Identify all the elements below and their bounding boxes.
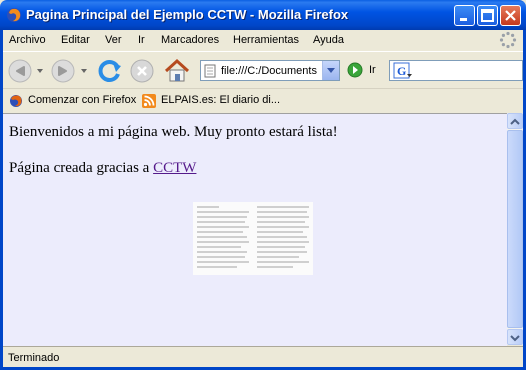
chevron-down-icon: [510, 335, 520, 342]
svg-text:G: G: [397, 64, 406, 78]
status-text: Terminado: [8, 352, 60, 364]
vertical-scrollbar[interactable]: [507, 113, 523, 345]
scroll-thumb[interactable]: [507, 130, 523, 328]
newspaper-image: [193, 202, 313, 275]
minimize-button[interactable]: [454, 5, 475, 26]
close-icon: [505, 10, 516, 21]
created-prefix: Página creada gracias a: [9, 160, 154, 176]
menu-editar[interactable]: Editar: [61, 34, 90, 46]
scroll-down-button[interactable]: [507, 329, 523, 345]
forward-button[interactable]: [50, 58, 76, 84]
menu-ir[interactable]: Ir: [138, 34, 145, 46]
created-by-text: Página creada gracias a CCTW: [9, 160, 196, 177]
google-search-icon[interactable]: G: [392, 61, 414, 80]
page-content: Bienvenidos a mi página web. Muy pronto …: [3, 113, 507, 346]
url-history-dropdown[interactable]: [322, 61, 339, 80]
scroll-up-button[interactable]: [507, 113, 523, 129]
minimize-icon: [460, 18, 467, 21]
menu-ver[interactable]: Ver: [105, 34, 122, 46]
forward-dropdown-icon[interactable]: [80, 67, 88, 75]
reload-button[interactable]: [96, 57, 124, 85]
url-input[interactable]: [221, 63, 321, 78]
go-icon[interactable]: [347, 62, 363, 78]
back-button[interactable]: [7, 58, 33, 84]
menu-marcadores[interactable]: Marcadores: [161, 34, 219, 46]
search-box[interactable]: G: [389, 60, 523, 81]
menu-bar: Archivo Editar Ver Ir Marcadores Herrami…: [3, 30, 523, 51]
chevron-down-icon: [327, 68, 335, 73]
menu-archivo[interactable]: Archivo: [9, 34, 46, 46]
page-icon: [204, 64, 216, 78]
firefox-icon: [10, 95, 22, 107]
back-dropdown-icon[interactable]: [36, 67, 44, 75]
bookmark-elpais[interactable]: ELPAIS.es: El diario di...: [161, 94, 280, 106]
bookmark-comenzar-firefox[interactable]: Comenzar con Firefox: [28, 94, 136, 106]
rss-icon: [142, 94, 156, 108]
go-button-label[interactable]: Ir: [369, 64, 376, 76]
bookmarks-toolbar: Comenzar con Firefox ELPAIS.es: El diari…: [3, 88, 523, 114]
chevron-up-icon: [510, 118, 520, 125]
menu-ayuda[interactable]: Ayuda: [313, 34, 344, 46]
firefox-icon: [7, 8, 21, 22]
maximize-icon: [481, 9, 494, 22]
welcome-text: Bienvenidos a mi página web. Muy pronto …: [9, 124, 338, 140]
stop-button[interactable]: [129, 58, 155, 84]
navigation-toolbar: Ir G: [3, 51, 523, 89]
cctw-link[interactable]: CCTW: [153, 160, 196, 176]
window-title: Pagina Principal del Ejemplo CCTW - Mozi…: [26, 7, 349, 22]
menu-herramientas[interactable]: Herramientas: [233, 34, 299, 46]
address-bar[interactable]: [200, 60, 340, 81]
home-button[interactable]: [163, 57, 191, 85]
close-button[interactable]: [500, 5, 521, 26]
status-bar: Terminado: [3, 346, 523, 368]
maximize-button[interactable]: [477, 5, 498, 26]
title-bar: Pagina Principal del Ejemplo CCTW - Mozi…: [0, 0, 526, 30]
throbber-icon: [499, 31, 517, 49]
